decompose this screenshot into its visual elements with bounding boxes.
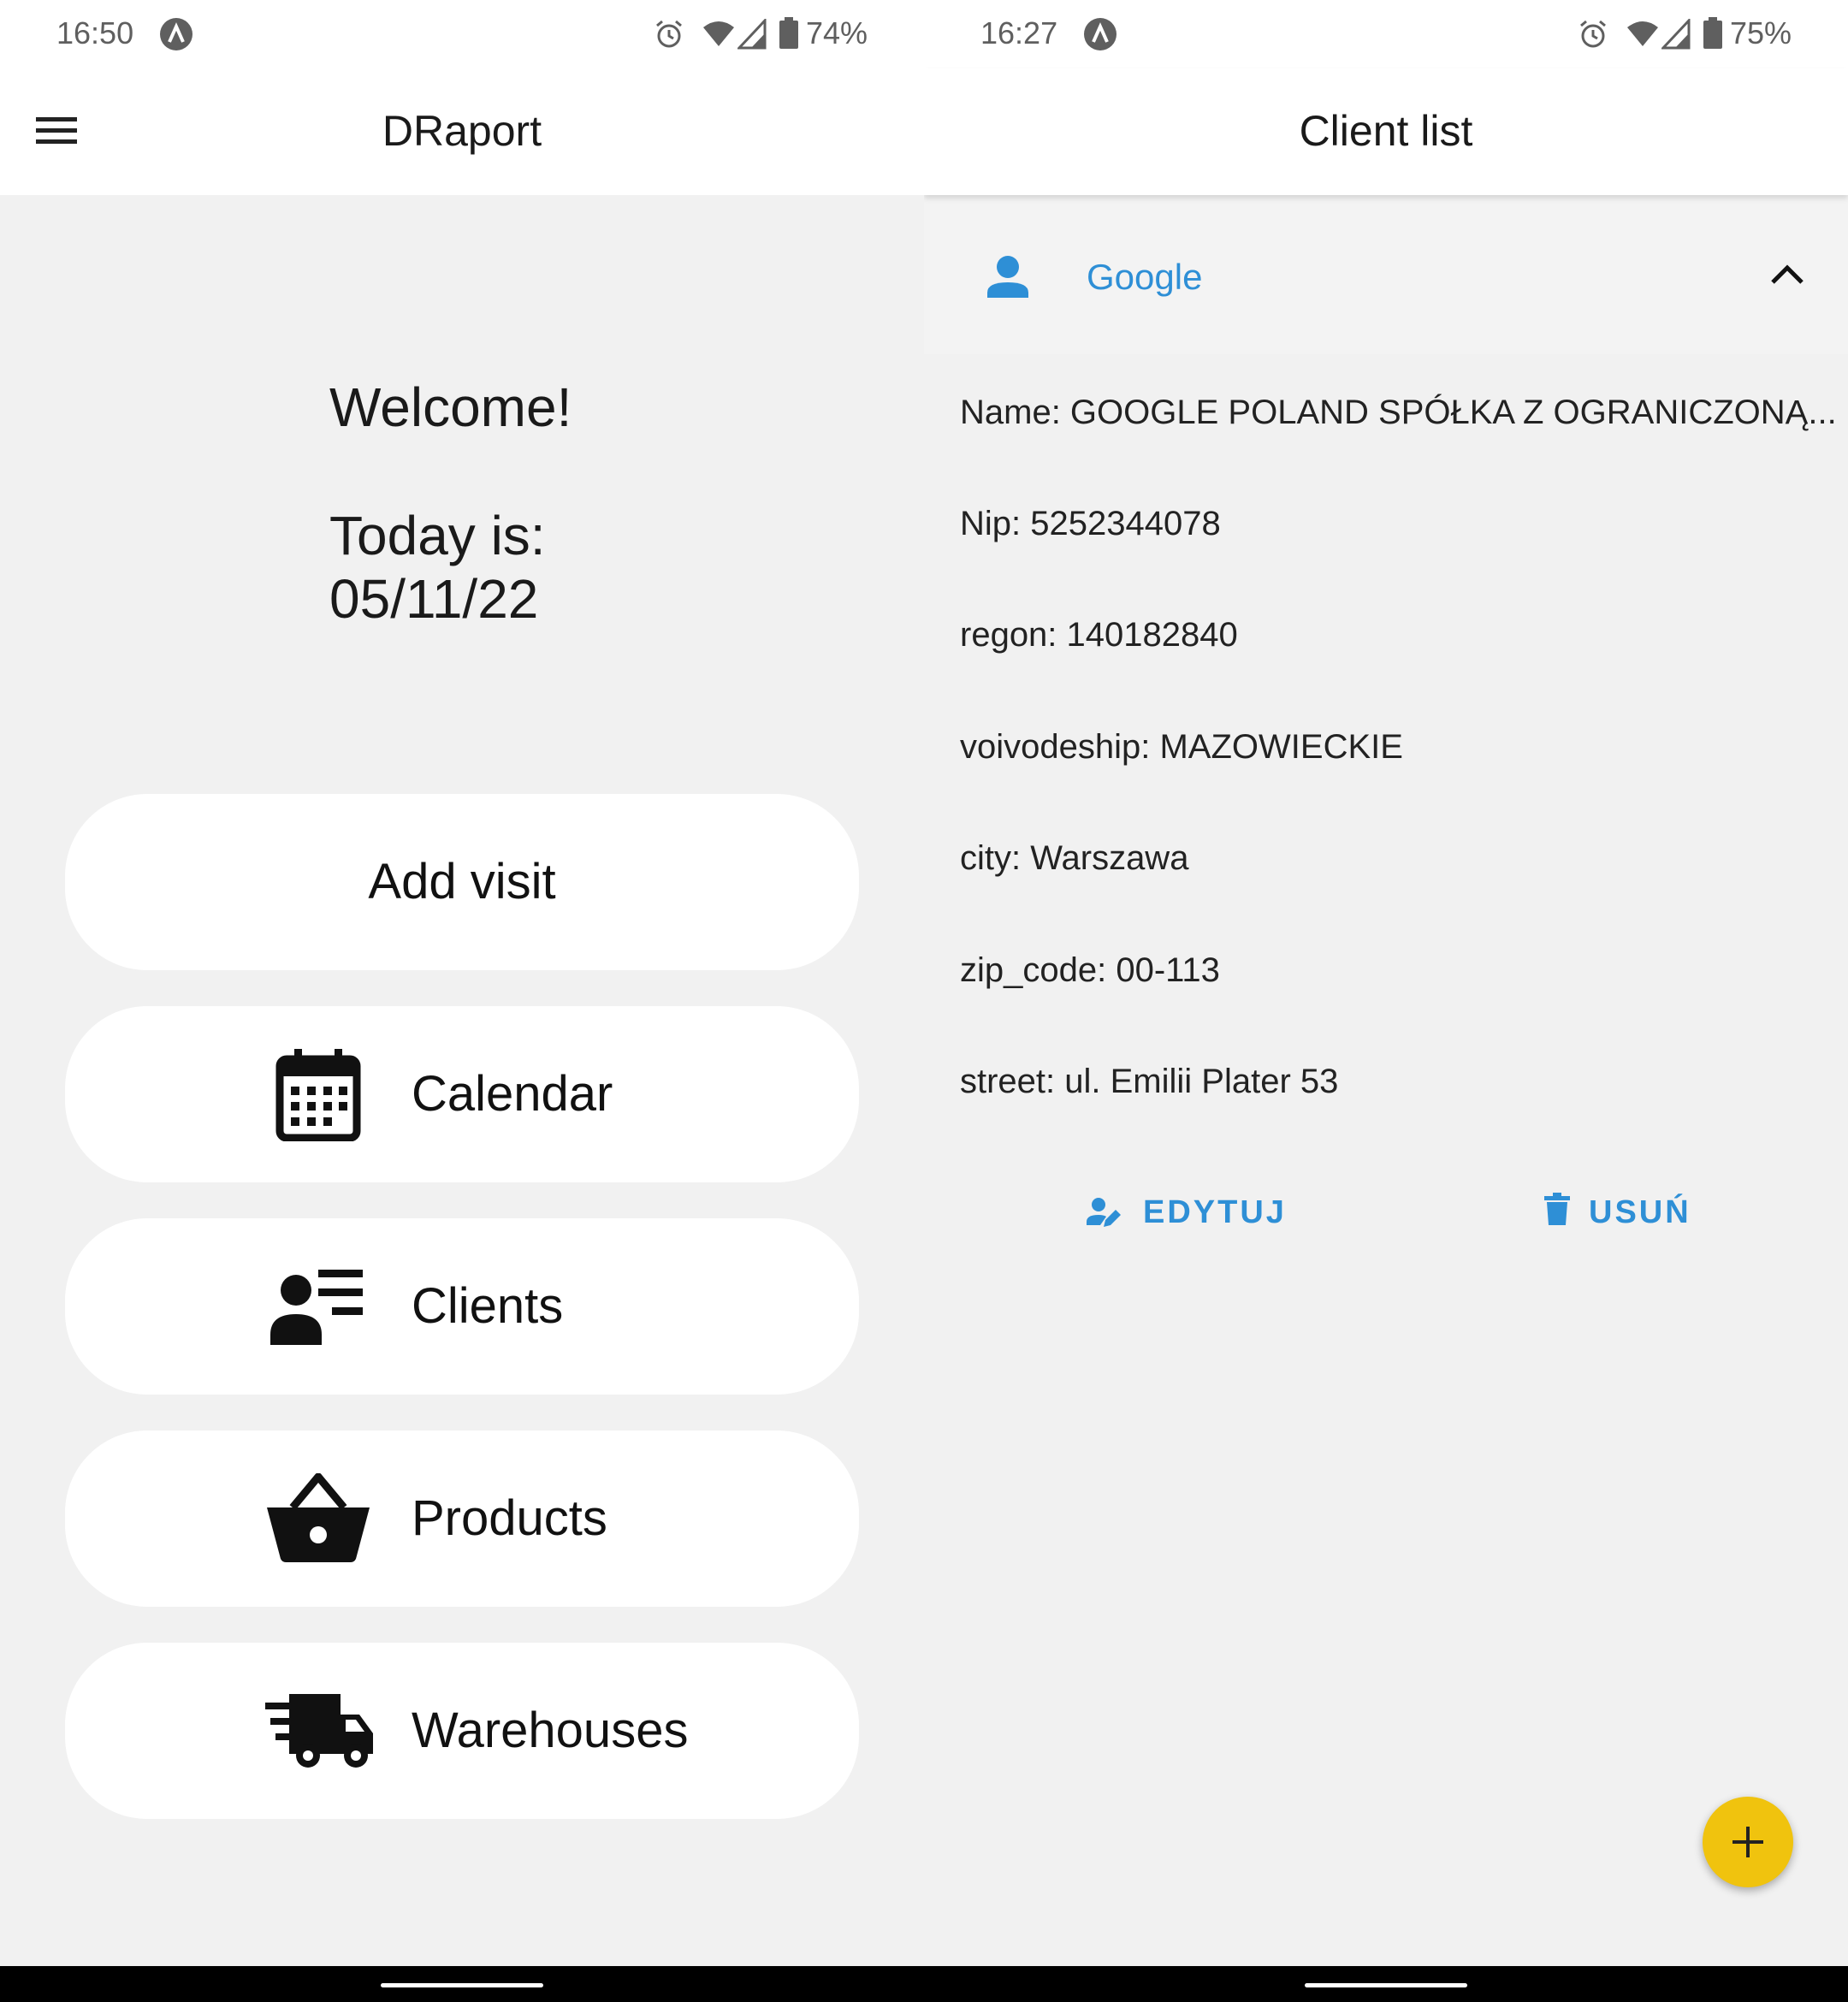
- system-navigation-bar: [0, 1966, 1848, 2002]
- app-bar: DRaport: [0, 68, 924, 195]
- home-screen: 16:50 74% DRaport Welcome! Today is: 05/…: [0, 0, 924, 1966]
- plus-icon: [1732, 1827, 1763, 1857]
- wifi-icon: [1627, 21, 1658, 46]
- battery-percentage: 75%: [1730, 15, 1792, 50]
- calendar-label: Calendar: [412, 1066, 613, 1122]
- delivery-truck-icon: [265, 1694, 373, 1768]
- warehouses-label: Warehouses: [412, 1703, 689, 1758]
- today-date: 05/11/22: [329, 568, 539, 630]
- edit-button[interactable]: EDYTUJ: [1087, 1182, 1360, 1242]
- add-visit-label: Add visit: [368, 854, 556, 909]
- page-title: DRaport: [382, 107, 542, 155]
- client-detail-street: street: ul. Emilii Plater 53: [960, 1063, 1339, 1100]
- page-title: Client list: [1299, 107, 1473, 155]
- client-detail-regon: regon: 140182840: [960, 616, 1238, 654]
- client-list-screen: 16:27 75% Client list Google Name: GOOGL…: [924, 0, 1848, 1966]
- warehouses-button[interactable]: Warehouses: [65, 1643, 859, 1819]
- wifi-icon: [703, 21, 734, 46]
- alarm-icon: [656, 20, 682, 48]
- client-accordion-header[interactable]: Google: [924, 195, 1848, 354]
- signal-icon: [1661, 19, 1691, 50]
- battery-icon: [779, 17, 798, 49]
- status-bar: 16:50 74%: [0, 0, 924, 68]
- app-notification-icon: [160, 18, 192, 50]
- edit-person-icon: [1087, 1198, 1121, 1227]
- status-time: 16:27: [980, 15, 1058, 50]
- home-gesture-handle[interactable]: [1305, 1983, 1467, 1987]
- add-client-fab[interactable]: [1703, 1797, 1793, 1887]
- app-bar: Client list: [924, 68, 1848, 195]
- delete-label: USUŃ: [1589, 1194, 1691, 1230]
- client-detail-zip-code: zip_code: 00-113: [960, 951, 1220, 989]
- client-detail-name: Name: GOOGLE POLAND SPÓŁKA Z OGRANICZONĄ…: [960, 394, 1837, 431]
- status-bar: 16:27 75%: [924, 0, 1848, 68]
- person-icon: [987, 256, 1028, 298]
- clients-button[interactable]: Clients: [65, 1218, 859, 1395]
- battery-icon: [1703, 17, 1722, 49]
- calendar-icon: [275, 1049, 361, 1141]
- products-button[interactable]: Products: [65, 1430, 859, 1607]
- clients-label: Clients: [412, 1278, 564, 1334]
- calendar-button[interactable]: Calendar: [65, 1006, 859, 1182]
- trash-icon: [1544, 1193, 1570, 1225]
- client-detail-voivodeship: voivodeship: MAZOWIECKIE: [960, 728, 1403, 766]
- alarm-icon: [1580, 20, 1606, 48]
- battery-percentage: 74%: [806, 15, 868, 50]
- app-notification-icon: [1084, 18, 1116, 50]
- welcome-text: Welcome!: [329, 376, 572, 438]
- shopping-basket-icon: [267, 1473, 370, 1562]
- status-time: 16:50: [56, 15, 134, 50]
- products-label: Products: [412, 1490, 607, 1546]
- delete-button[interactable]: USUŃ: [1544, 1182, 1801, 1242]
- client-name: Google: [1087, 257, 1203, 297]
- edit-label: EDYTUJ: [1143, 1194, 1287, 1230]
- add-visit-button[interactable]: Add visit: [65, 794, 859, 970]
- today-label: Today is:: [329, 505, 546, 566]
- client-detail-nip: Nip: 5252344078: [960, 505, 1221, 542]
- signal-icon: [737, 19, 767, 50]
- client-list-icon: [270, 1270, 363, 1345]
- home-gesture-handle[interactable]: [381, 1983, 543, 1987]
- chevron-up-icon[interactable]: [1769, 262, 1805, 286]
- client-detail-city: city: Warszawa: [960, 839, 1189, 877]
